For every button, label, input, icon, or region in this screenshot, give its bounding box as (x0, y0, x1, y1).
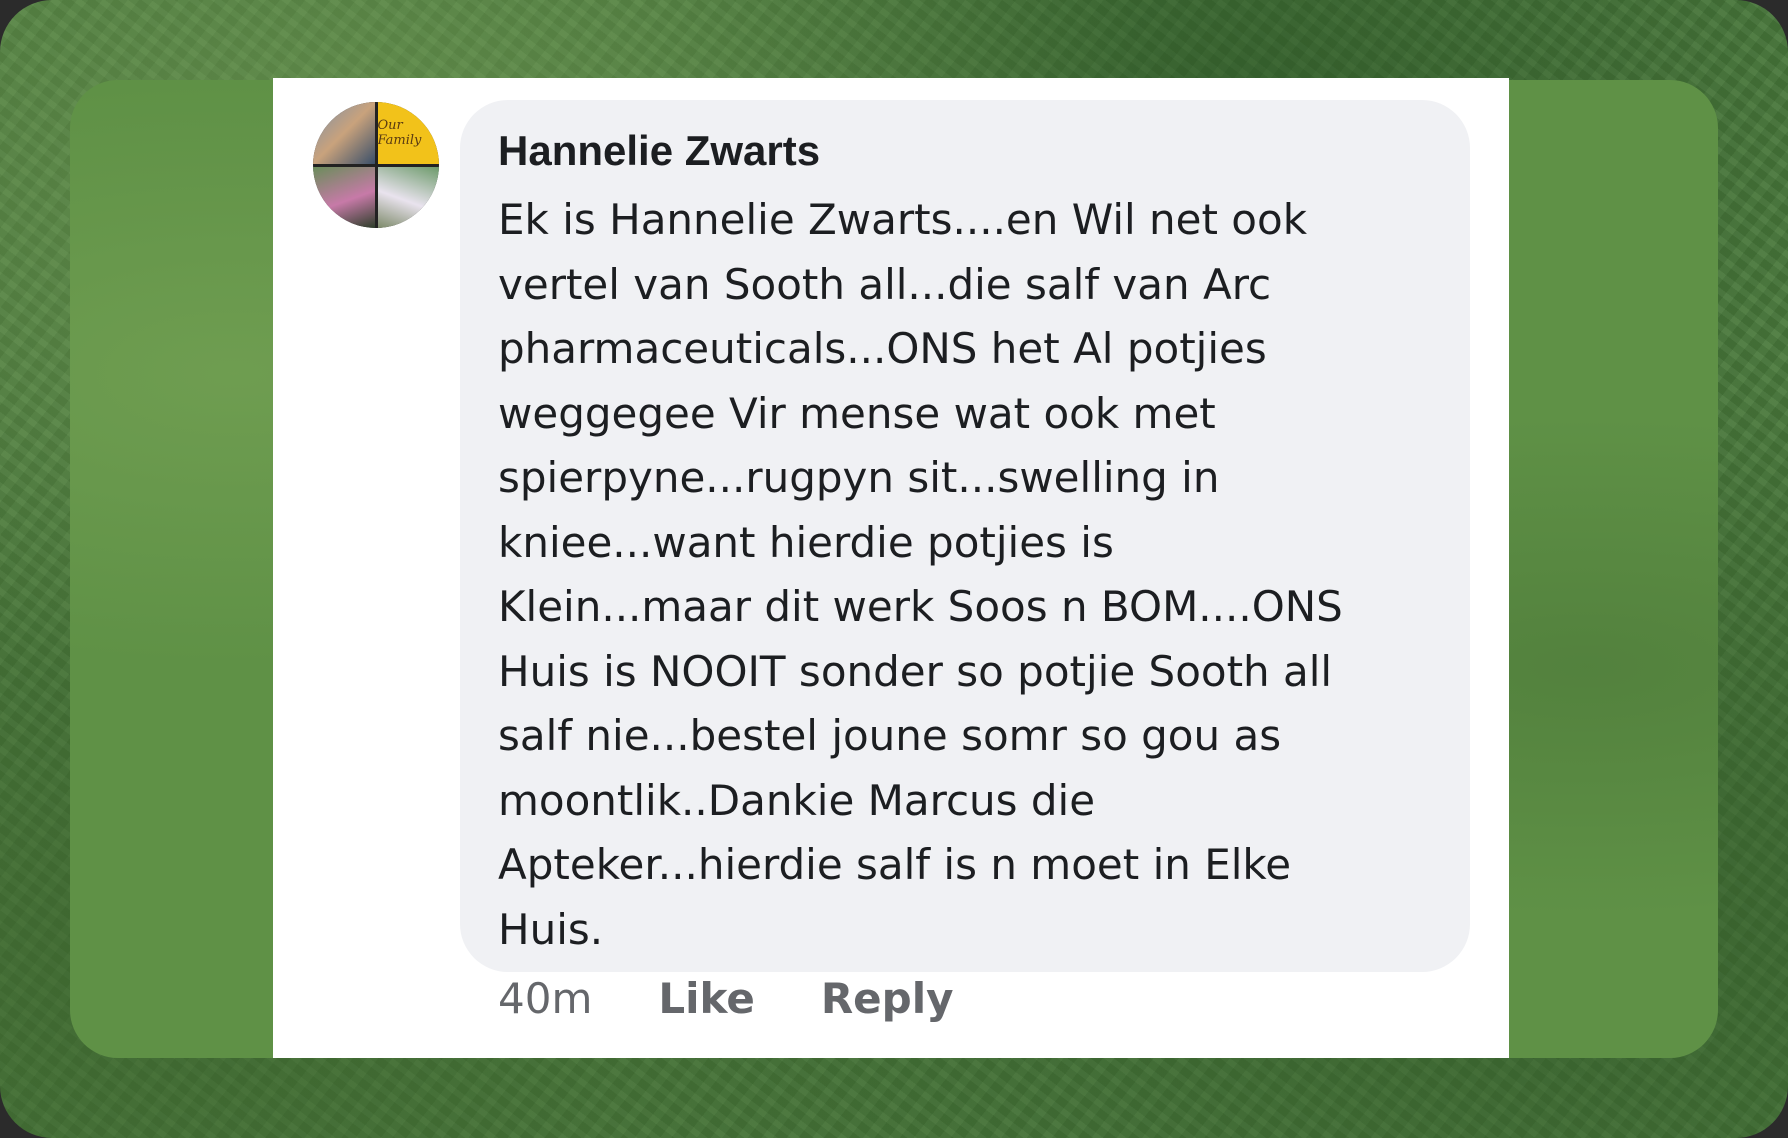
background-frame: Our Family Hannelie Zwarts Ek is Hanneli… (0, 0, 1788, 1138)
comment-text: Ek is Hannelie Zwarts....en Wil net ook … (498, 195, 1343, 954)
reply-button[interactable]: Reply (821, 974, 954, 1023)
avatar-photo-quadrant (313, 166, 375, 228)
avatar-badge-quadrant: Our Family (377, 102, 439, 164)
avatar[interactable]: Our Family (313, 102, 439, 228)
like-button[interactable]: Like (658, 974, 754, 1023)
avatar-badge-text: Our Family (377, 117, 422, 148)
avatar-photo-quadrant (313, 102, 375, 164)
avatar-photo-quadrant (377, 166, 439, 228)
comment-author[interactable]: Hannelie Zwarts (498, 124, 820, 178)
comment-card: Our Family Hannelie Zwarts Ek is Hanneli… (273, 78, 1509, 1058)
comment-timestamp[interactable]: 40m (498, 974, 592, 1023)
comment-actions: 40m Like Reply (498, 970, 953, 1026)
comment-bubble: Hannelie Zwarts Ek is Hannelie Zwarts...… (460, 100, 1470, 972)
